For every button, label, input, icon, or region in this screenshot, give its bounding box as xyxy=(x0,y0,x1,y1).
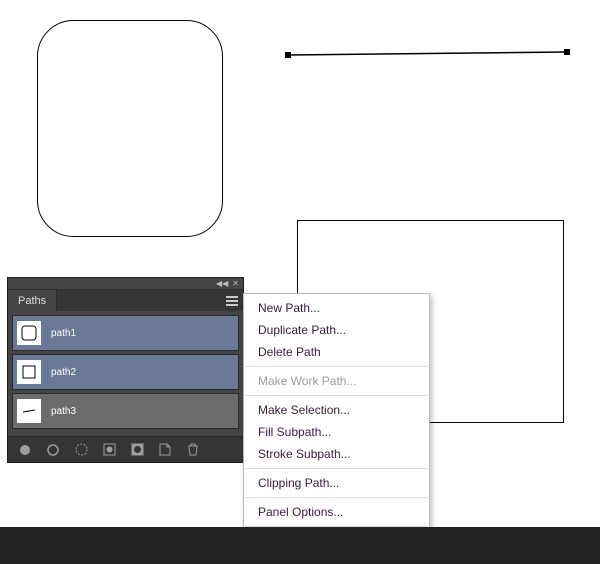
path-item[interactable]: path1 xyxy=(12,315,239,351)
menu-fill-subpath[interactable]: Fill Subpath... xyxy=(244,421,429,443)
stroke-path-icon[interactable] xyxy=(46,443,60,457)
path-label: path2 xyxy=(51,367,76,378)
path-item[interactable]: path2 xyxy=(12,354,239,390)
app-bottom-bar xyxy=(0,527,600,564)
panel-flyout-menu: New Path... Duplicate Path... Delete Pat… xyxy=(243,293,430,564)
new-path-icon[interactable] xyxy=(158,443,172,457)
panel-tabs: Paths xyxy=(8,290,243,311)
menu-duplicate-path[interactable]: Duplicate Path... xyxy=(244,319,429,341)
menu-panel-options[interactable]: Panel Options... xyxy=(244,501,429,523)
path-thumbnail xyxy=(17,360,41,384)
menu-separator xyxy=(245,366,428,367)
selection-to-path-icon[interactable] xyxy=(102,443,116,457)
path-thumbnail xyxy=(17,399,41,423)
panel-footer xyxy=(8,436,243,462)
collapse-icon[interactable]: ◀◀ xyxy=(216,280,228,288)
menu-make-selection[interactable]: Make Selection... xyxy=(244,399,429,421)
menu-new-path[interactable]: New Path... xyxy=(244,297,429,319)
path-label: path3 xyxy=(51,406,76,417)
shape-line xyxy=(284,49,571,59)
close-icon[interactable]: ✕ xyxy=(232,280,239,288)
fill-path-icon[interactable] xyxy=(18,443,32,457)
path-label: path1 xyxy=(51,328,76,339)
tab-paths[interactable]: Paths xyxy=(8,290,57,311)
menu-make-work-path: Make Work Path... xyxy=(244,370,429,392)
menu-delete-path[interactable]: Delete Path xyxy=(244,341,429,363)
panel-menu-button[interactable] xyxy=(221,290,243,311)
path-to-selection-icon[interactable] xyxy=(74,443,88,457)
path-item[interactable]: path3 xyxy=(12,393,239,429)
paths-panel: ◀◀ ✕ Paths path1 path2 xyxy=(8,278,243,462)
shape-rounded-rect xyxy=(37,20,223,237)
menu-separator xyxy=(245,468,428,469)
delete-path-icon[interactable] xyxy=(186,443,200,457)
menu-stroke-subpath[interactable]: Stroke Subpath... xyxy=(244,443,429,465)
panel-top-strip: ◀◀ ✕ xyxy=(8,278,243,290)
canvas: ◀◀ ✕ Paths path1 path2 xyxy=(0,0,600,564)
menu-separator xyxy=(245,497,428,498)
menu-clipping-path[interactable]: Clipping Path... xyxy=(244,472,429,494)
add-vector-mask-icon[interactable] xyxy=(130,443,144,457)
path-list: path1 path2 path3 xyxy=(8,311,243,436)
menu-icon xyxy=(226,300,238,302)
menu-separator xyxy=(245,395,428,396)
path-thumbnail xyxy=(17,321,41,345)
tab-label: Paths xyxy=(18,295,46,307)
